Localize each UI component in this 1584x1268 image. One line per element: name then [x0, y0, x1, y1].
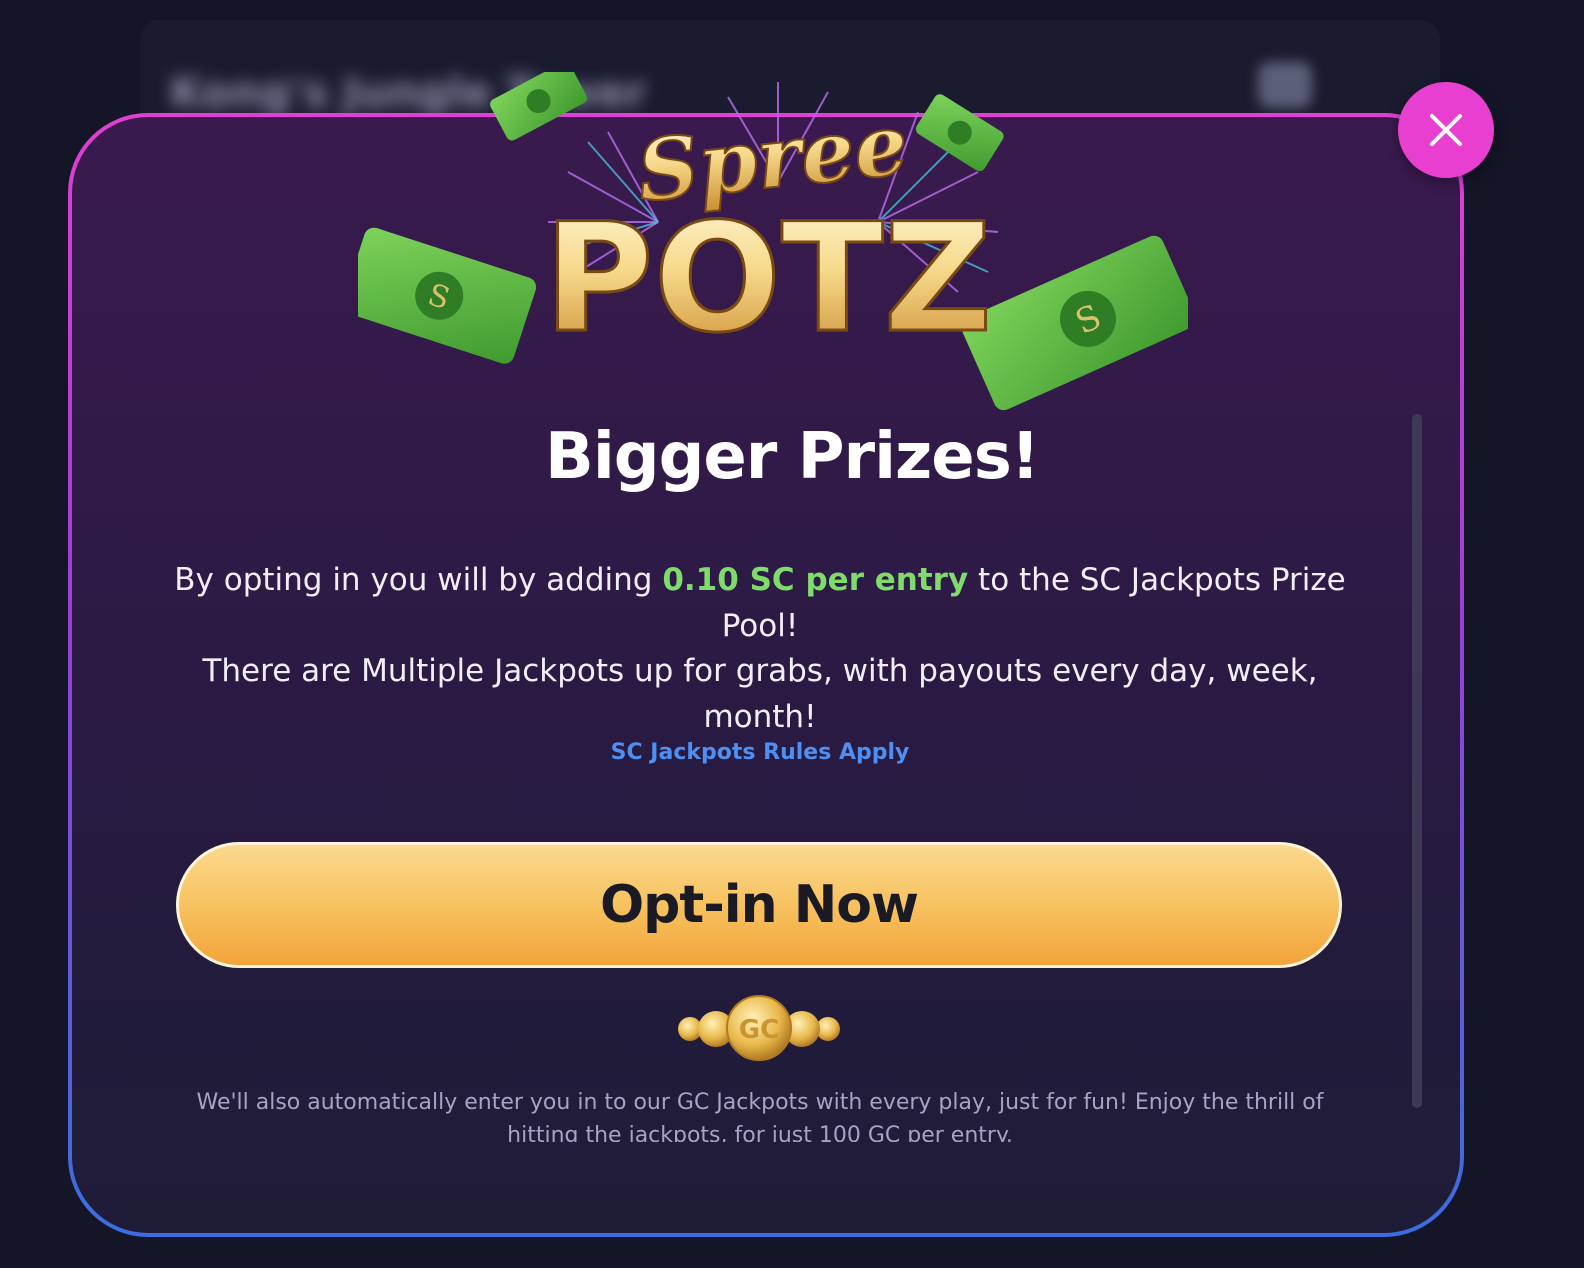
opt-in-button-label: Opt-in Now — [599, 875, 919, 935]
gc-coin-icon: GC — [678, 995, 840, 1061]
jackpots-description: There are Multiple Jackpots up for grabs… — [202, 653, 1318, 735]
sc-entry-amount: 0.10 SC per entry — [662, 562, 969, 598]
close-button[interactable] — [1398, 82, 1494, 178]
modal-content: S S Spree POTZ Bigger Prizes! By opting … — [0, 0, 1584, 1142]
dollar-bill-icon: S — [961, 235, 1197, 411]
close-icon — [1430, 114, 1462, 146]
dollar-bill-icon — [915, 94, 1004, 172]
sc-entry-text-before: By opting in you will by adding — [174, 562, 663, 598]
logo-graphic: S S Spree POTZ — [342, 61, 1197, 411]
gc-coin-label: GC — [739, 1015, 779, 1045]
gc-jackpots-footnote: We'll also automatically enter you in to… — [196, 1090, 1324, 1142]
sc-jackpots-rules-link[interactable]: SC Jackpots Rules Apply — [0, 740, 1520, 765]
dollar-bill-icon: S — [342, 227, 537, 364]
opt-in-button[interactable]: Opt-in Now — [176, 842, 1342, 968]
sc-entry-description: By opting in you will by adding 0.10 SC … — [170, 557, 1350, 649]
spree-potz-logo: S S Spree POTZ — [342, 61, 1197, 432]
modal-heading: Bigger Prizes! — [545, 420, 1040, 494]
logo-line2: POTZ — [544, 192, 993, 366]
dollar-bill-icon — [490, 61, 587, 141]
